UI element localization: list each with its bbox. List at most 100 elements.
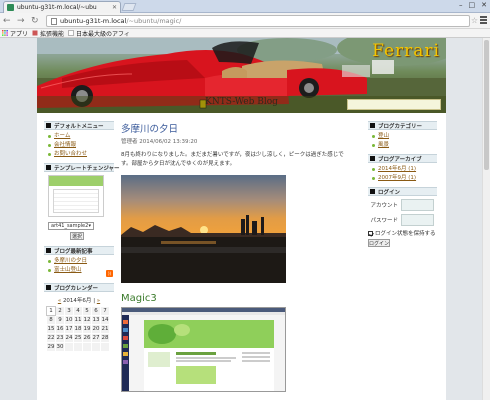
dot-icon [372, 168, 375, 171]
address-bar[interactable]: ubuntu-g31t-m.local/~ubuntu/magic/ [46, 15, 470, 27]
page-icon [68, 30, 74, 36]
dot-icon [48, 269, 51, 272]
calendar-day: 24 [64, 333, 74, 343]
recent-post-item[interactable]: 多摩川の夕日 [48, 257, 114, 266]
minimize-icon[interactable]: – [459, 1, 463, 9]
calendar-day[interactable]: 1 [46, 306, 56, 316]
calendar-day [82, 342, 92, 352]
rss-feed-icon[interactable]: )) [106, 270, 113, 277]
new-tab-button[interactable] [121, 3, 137, 11]
site-logo-title[interactable]: Ferrari [372, 41, 440, 61]
calendar-day: 4 [73, 306, 83, 316]
sunset-photo [121, 175, 286, 283]
post-title[interactable]: Magic3 [121, 293, 360, 304]
calendar-day: 8 [46, 315, 56, 325]
window-controls: – □ ✕ [459, 1, 487, 9]
scrollbar-thumb[interactable] [484, 40, 489, 170]
calendar-prev-link[interactable]: « [58, 298, 61, 304]
tab-title: ubuntu-g31t-m.local/~ubu [17, 4, 97, 11]
header-search-input[interactable] [347, 99, 441, 110]
password-row: パスワード [368, 214, 437, 226]
tab-close-icon[interactable]: ✕ [112, 4, 117, 11]
square-bullet-icon [46, 248, 51, 253]
calendar-day: 17 [64, 324, 74, 334]
calendar-day [64, 342, 74, 352]
calendar-day: 25 [73, 333, 83, 343]
calendar-day: 28 [100, 333, 110, 343]
page-icon [51, 17, 57, 25]
post-meta: 管理者 2014/06/02 13:39:20 [121, 139, 198, 145]
calendar-week: 1 2 3 4 5 6 7 [46, 306, 110, 316]
site-header: Ferrari KNTS-Web Blog [37, 38, 446, 113]
calendar-day: 5 [82, 306, 92, 316]
reload-icon[interactable]: ↻ [31, 15, 39, 27]
menu-icon[interactable] [480, 16, 487, 24]
post-title[interactable]: 多摩川の夕日 [121, 121, 360, 135]
calendar-day: 10 [64, 315, 74, 325]
calendar-next-link[interactable]: » [97, 298, 100, 304]
maximize-icon[interactable]: □ [469, 1, 476, 9]
calendar-week: 29 30 [46, 342, 110, 352]
apps-grid-icon [2, 30, 8, 36]
close-window-icon[interactable]: ✕ [481, 1, 487, 9]
square-bullet-icon [370, 189, 375, 194]
login-button[interactable]: ログイン [368, 239, 390, 247]
archive-item[interactable]: 2014年6月 (1) [372, 165, 437, 174]
calendar-day: 12 [82, 315, 92, 325]
square-bullet-icon [370, 123, 375, 128]
bookmark-label: アプリ [10, 30, 29, 38]
sunset-image [121, 175, 286, 283]
recent-post-item[interactable]: 富士山登山 [48, 266, 114, 275]
password-input[interactable] [401, 214, 434, 226]
category-item[interactable]: 登山 [372, 132, 437, 141]
remember-checkbox[interactable] [368, 230, 373, 236]
page-scrollbar[interactable] [482, 38, 490, 400]
calendar-day: 7 [100, 306, 110, 316]
square-bullet-icon [370, 156, 375, 161]
calendar-grid: 1 2 3 4 5 6 7 8 9 10 11 12 13 14 15 16 1… [46, 306, 110, 352]
calendar-month-label: 2014年6月 [62, 298, 92, 304]
template-thumbnail [48, 175, 104, 217]
account-label: アカウント [370, 203, 398, 209]
bookmark-star-icon[interactable]: ☆ [471, 16, 478, 25]
left-sidebar: デフォルトメニュー ホーム 会社情報 お問い合わせ テンプレートチェンジャー a… [44, 121, 120, 352]
calendar-week: 22 23 24 25 26 27 28 [46, 333, 110, 343]
calendar-day [100, 342, 110, 352]
browser-tab[interactable]: ubuntu-g31t-m.local/~ubu ✕ [3, 1, 121, 13]
chevron-down-icon: ▾ [88, 223, 91, 229]
template-select-button[interactable]: 選択 [70, 232, 84, 240]
account-input[interactable] [401, 199, 434, 211]
content-area: デフォルトメニュー ホーム 会社情報 お問い合わせ テンプレートチェンジャー a… [37, 113, 446, 400]
calendar-day: 20 [91, 324, 101, 334]
category-item[interactable]: 風景 [372, 141, 437, 150]
calendar-day: 19 [82, 324, 92, 334]
widget-heading: ブログ最新記事 [44, 246, 114, 255]
calendar-day: 21 [100, 324, 110, 334]
bookmark-apps[interactable]: アプリ [2, 29, 28, 38]
dot-icon [48, 260, 51, 263]
bookmark-affiliate[interactable]: 日本最大級のアフィ [68, 29, 130, 38]
menu-item-home[interactable]: ホーム [48, 132, 114, 141]
forward-icon[interactable]: → [17, 15, 25, 27]
right-sidebar: ブログカテゴリー 登山 風景 ブログアーカイブ 2014年6月 (1) 2007… [368, 121, 437, 247]
back-icon[interactable]: ← [3, 15, 11, 27]
menu-item-company[interactable]: 会社情報 [48, 141, 114, 150]
calendar-day [91, 342, 101, 352]
main-column: 多摩川の夕日 管理者 2014/06/02 13:39:20 8月も終わりになり… [121, 121, 360, 392]
calendar-day: 18 [73, 324, 83, 334]
account-row: アカウント [368, 199, 437, 211]
dot-icon [48, 153, 51, 156]
dot-icon [48, 135, 51, 138]
archive-item[interactable]: 2007年9月 (1) [372, 174, 437, 183]
calendar-day: 9 [55, 315, 65, 325]
remember-label: ログイン状態を保持する [375, 231, 436, 237]
bookmark-extensions[interactable]: 拡張機能 [32, 29, 64, 38]
archive-list: 2014年6月 (1) 2007年9月 (1) [368, 163, 437, 187]
calendar-day: 15 [46, 324, 56, 334]
menu-item-contact[interactable]: お問い合わせ [48, 150, 114, 159]
template-select[interactable]: art41_sample2 ▾ [48, 222, 94, 230]
magic3-screenshot-image [122, 308, 285, 391]
calendar-day: 11 [73, 315, 83, 325]
web-page: Ferrari KNTS-Web Blog デフォルトメニュー ホーム 会社情報… [0, 38, 490, 400]
dot-icon [372, 177, 375, 180]
